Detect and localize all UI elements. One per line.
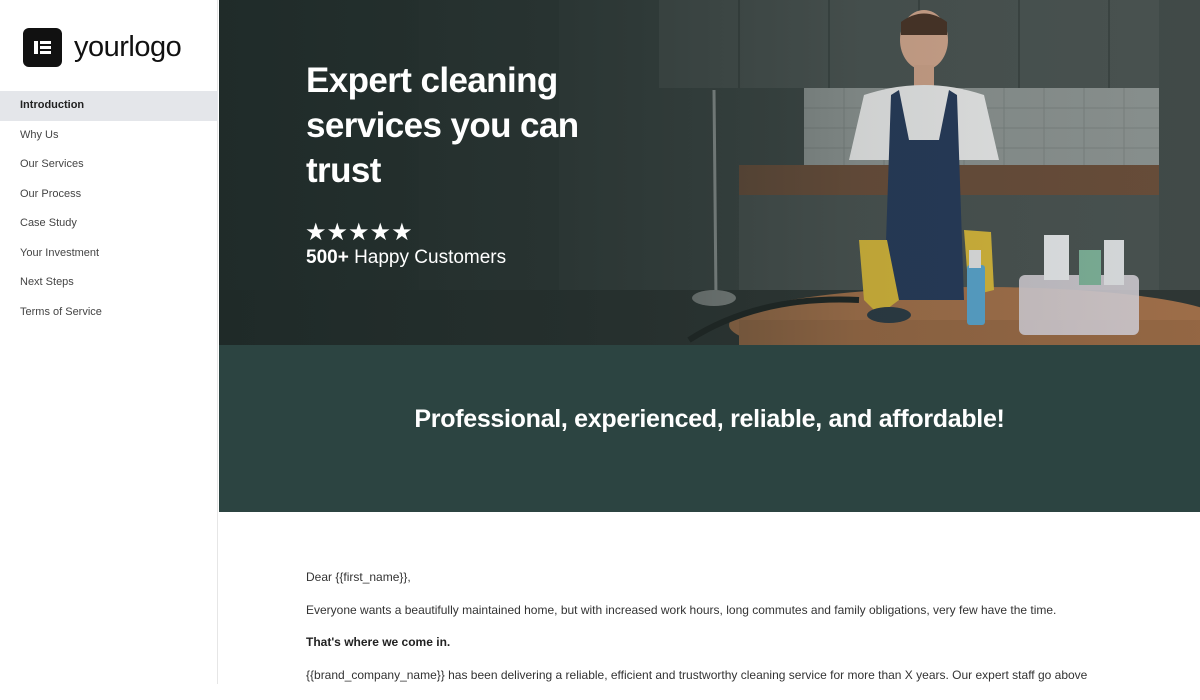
sidebar-nav: Introduction Why Us Our Services Our Pro… (0, 91, 218, 327)
letter-bold-line: That's where we come in. (306, 635, 451, 649)
sidebar-item-our-services[interactable]: Our Services (0, 150, 218, 180)
sidebar-item-case-study[interactable]: Case Study (0, 209, 218, 239)
logo[interactable]: yourlogo (23, 28, 182, 67)
sidebar: yourlogo Introduction Why Us Our Service… (0, 0, 218, 684)
hero-section: Expert cleaning services you can trust ★… (219, 0, 1200, 345)
sidebar-item-introduction[interactable]: Introduction (0, 91, 218, 121)
customer-count-number: 500+ (306, 247, 349, 268)
customer-count-label: Happy Customers (354, 247, 507, 268)
sidebar-item-your-investment[interactable]: Your Investment (0, 239, 218, 269)
tagline-text: Professional, experienced, reliable, and… (414, 405, 1005, 433)
sidebar-item-why-us[interactable]: Why Us (0, 121, 218, 151)
sidebar-item-our-process[interactable]: Our Process (0, 180, 218, 210)
sidebar-item-terms-of-service[interactable]: Terms of Service (0, 298, 218, 328)
rating-stars-icon: ★★★★★ (305, 219, 413, 246)
sidebar-item-next-steps[interactable]: Next Steps (0, 268, 218, 298)
letter-paragraph: {{brand_company_name}} has been deliveri… (306, 667, 1088, 682)
customer-count: 500+ Happy Customers (306, 247, 506, 269)
letter-paragraph: Everyone wants a beautifully maintained … (306, 602, 1057, 617)
letter-greeting: Dear {{first_name}}, (306, 570, 411, 584)
logo-icon (23, 28, 62, 67)
logo-text: yourlogo (74, 31, 182, 63)
hero-title: Expert cleaning services you can trust (306, 61, 579, 190)
intro-letter: Dear {{first_name}}, Everyone wants a be… (306, 570, 1166, 700)
tagline-banner: Professional, experienced, reliable, and… (219, 345, 1200, 512)
